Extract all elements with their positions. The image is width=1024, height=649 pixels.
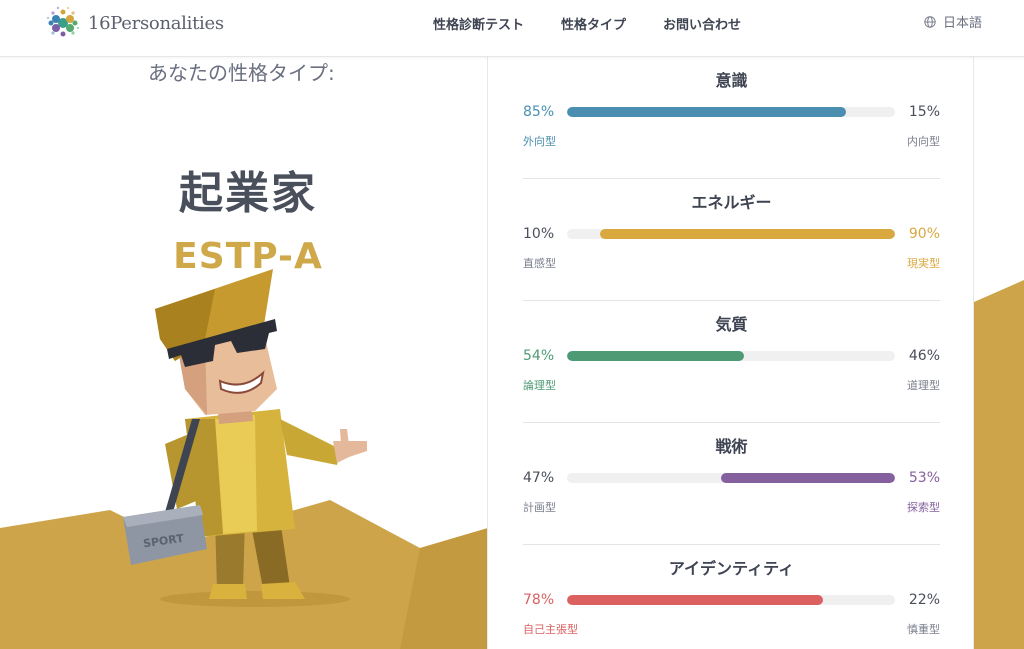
trait-row-tactics[interactable]: 戦術 47% 53% 計画型 探索型 <box>523 423 940 545</box>
trait-left-percent: 10% <box>523 226 555 242</box>
trait-title: 戦術 <box>715 437 748 456</box>
result-panel: あなたの性格タイプ: 起業家 ESTP-A SPORT <box>0 57 488 649</box>
trait-left-label: 計画型 <box>523 501 556 514</box>
trait-bar-fill <box>567 595 823 605</box>
trait-right-label: 慎重型 <box>907 623 940 636</box>
nav-personality-test[interactable]: 性格診断テスト <box>433 14 524 33</box>
trait-title: エネルギー <box>691 193 772 212</box>
trait-row-energy[interactable]: エネルギー 10% 90% 直感型 現実型 <box>523 179 940 301</box>
language-label: 日本語 <box>942 16 982 31</box>
trait-bar-track <box>567 595 895 605</box>
trait-right-label: 探索型 <box>907 501 940 514</box>
result-subtitle: あなたの性格タイプ: <box>148 61 335 85</box>
trait-right-percent: 15% <box>908 104 940 120</box>
entrepreneur-character-illustration: SPORT <box>123 269 367 607</box>
trait-left-label: 外向型 <box>523 135 556 148</box>
trait-left-percent: 78% <box>523 592 555 608</box>
trait-left-percent: 85% <box>523 104 555 120</box>
trait-right-label: 道理型 <box>907 379 940 392</box>
logo-text: 16Personalities <box>88 12 224 34</box>
trait-right-label: 内向型 <box>907 135 940 148</box>
language-selector[interactable]: 日本語 <box>924 12 982 31</box>
trait-left-label: 自己主張型 <box>523 623 578 636</box>
top-navigation-bar: 16Personalities 性格診断テスト 性格タイプ お問い合わせ 日本語 <box>0 0 1024 57</box>
trait-bar-fill <box>721 473 895 483</box>
trait-title: 気質 <box>715 315 748 334</box>
site-logo[interactable]: 16Personalities <box>44 4 224 42</box>
trait-bar-fill <box>567 107 846 117</box>
trait-bar-fill <box>599 229 895 239</box>
trait-left-percent: 54% <box>523 348 555 364</box>
trait-right-percent: 22% <box>908 592 940 608</box>
trait-right-percent: 90% <box>908 226 940 242</box>
trait-bar-track <box>567 473 895 483</box>
personality-type-name: 起業家 <box>179 168 317 219</box>
main-nav: 性格診断テスト 性格タイプ お問い合わせ <box>433 14 741 33</box>
trait-left-percent: 47% <box>523 470 555 486</box>
trait-title: アイデンティティ <box>668 559 795 578</box>
traits-card: 意識 85% 15% 外向型 内向型エネルギー 10% 90% 直感型 現実型気質 54% 46% 論… <box>487 57 974 649</box>
trait-right-percent: 53% <box>908 470 940 486</box>
trait-bar-track <box>567 107 895 117</box>
trait-right-percent: 46% <box>908 348 940 364</box>
globe-icon <box>924 15 936 28</box>
trait-row-nature[interactable]: 気質 54% 46% 論理型 道理型 <box>523 301 940 423</box>
trait-row-mind[interactable]: 意識 85% 15% 外向型 内向型 <box>523 57 940 179</box>
trait-bar-track <box>567 229 895 239</box>
trait-bar-track <box>567 351 895 361</box>
trait-left-label: 直感型 <box>523 257 556 270</box>
nav-personality-types[interactable]: 性格タイプ <box>561 14 626 33</box>
logo-dots-icon <box>46 6 80 37</box>
trait-right-label: 現実型 <box>907 257 940 270</box>
nav-contact[interactable]: お問い合わせ <box>663 14 741 33</box>
trait-row-identity[interactable]: アイデンティティ 78% 22% 自己主張型 慎重型 <box>523 545 940 649</box>
trait-title: 意識 <box>715 71 748 90</box>
trait-bar-fill <box>567 351 745 361</box>
trait-left-label: 論理型 <box>523 379 556 392</box>
